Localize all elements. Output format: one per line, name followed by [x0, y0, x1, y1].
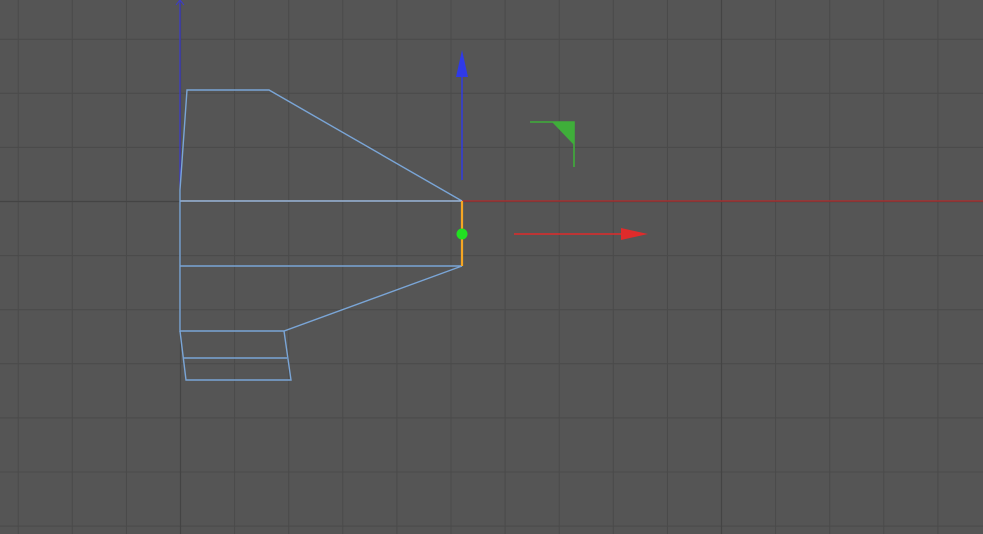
grid-minor-lines [0, 0, 983, 534]
3d-viewport[interactable] [0, 0, 983, 534]
viewport-canvas[interactable] [0, 0, 983, 534]
gizmo-center-handle[interactable] [456, 228, 468, 240]
gizmo-plane-icon[interactable] [552, 122, 574, 145]
move-gizmo[interactable] [456, 50, 648, 240]
gizmo-x-arrow-icon[interactable] [621, 228, 648, 240]
mesh-foot-edge[interactable] [179, 330, 292, 381]
mesh-top-fin-edge[interactable] [179, 89, 463, 202]
mesh-wireframe[interactable] [179, 89, 463, 381]
mesh-lower-fin-edge[interactable] [180, 265, 463, 332]
grid-major-lines [0, 0, 983, 534]
gizmo-y-arrow-icon[interactable] [456, 50, 468, 77]
